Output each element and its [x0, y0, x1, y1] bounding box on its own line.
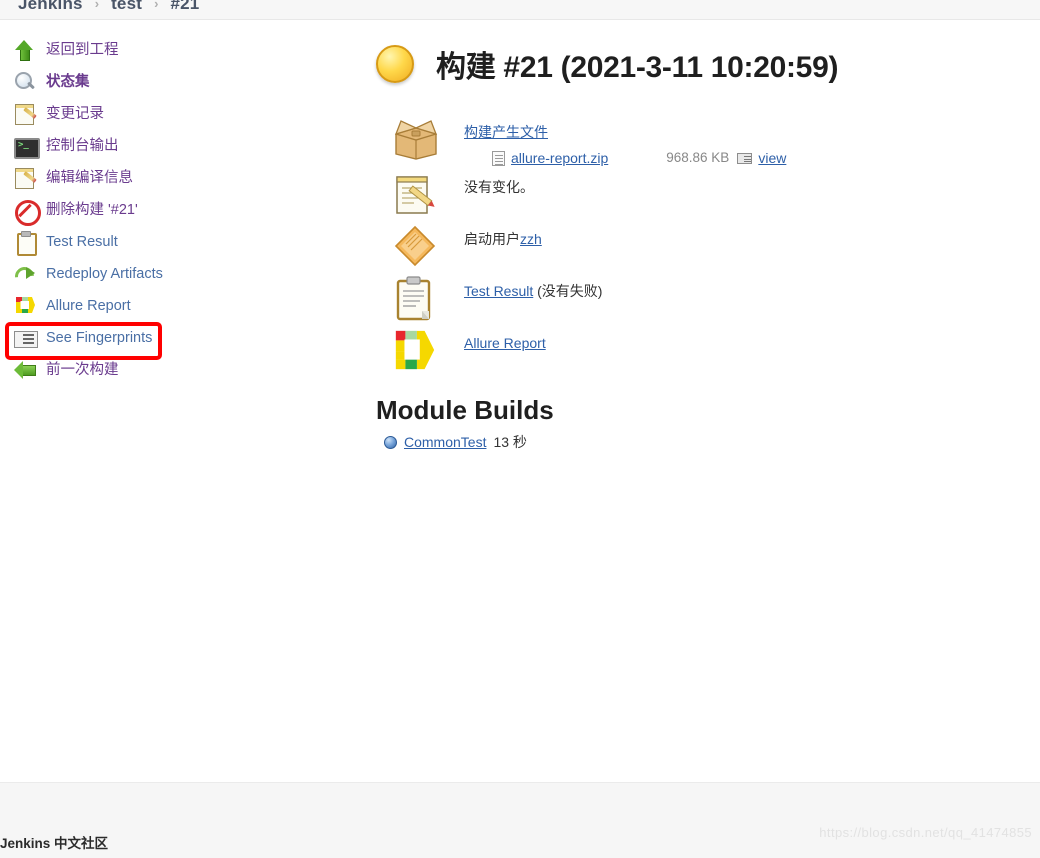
- page-title: 构建 #21 (2021-3-11 10:20:59): [376, 42, 1032, 86]
- breadcrumb-separator: ›: [154, 0, 159, 11]
- magnifier-icon: [13, 70, 37, 94]
- allure-body: Allure Report: [464, 325, 546, 355]
- clipboard-icon: [13, 230, 37, 256]
- footer: Jenkins 中文社区 https://blog.csdn.net/qq_41…: [0, 782, 1040, 858]
- test-result-link[interactable]: Test Result: [464, 283, 533, 299]
- sidebar-item-previous-build[interactable]: 前一次构建: [0, 354, 360, 386]
- no-entry-icon: [13, 198, 41, 226]
- green-left-arrow-icon: [13, 358, 37, 382]
- row-artifacts: 构建产生文件 allure-report.zip 968.86 KB view: [390, 114, 1032, 169]
- sidebar-item-test-result[interactable]: Test Result: [0, 226, 360, 258]
- package-box-icon: [390, 114, 442, 162]
- started-by-prefix: 启动用户: [464, 231, 520, 248]
- clipboard-icon: [390, 273, 442, 321]
- breadcrumb-build[interactable]: #21: [170, 0, 199, 14]
- green-up-arrow-icon: [13, 38, 37, 62]
- orange-diamond-icon: [390, 221, 442, 269]
- notepad-pencil-icon: [13, 102, 37, 126]
- started-by-body: 启动用户zzh: [464, 221, 542, 251]
- sidebar-item-allure-report[interactable]: Allure Report: [0, 290, 360, 322]
- breadcrumb-separator: ›: [94, 0, 100, 11]
- sidebar-item-status[interactable]: 状态集: [0, 66, 360, 98]
- sidebar-item-delete-build[interactable]: 删除构建 '#21': [0, 194, 360, 226]
- row-test-result: Test Result (没有失败): [390, 273, 1032, 325]
- watermark-text: https://blog.csdn.net/qq_41474855: [819, 825, 1032, 840]
- artifact-file-link[interactable]: allure-report.zip: [511, 148, 608, 170]
- notepad-pencil-icon: [13, 166, 37, 190]
- breadcrumb-jenkins[interactable]: Jenkins: [18, 0, 83, 14]
- row-started-by: 启动用户zzh: [390, 221, 1032, 273]
- allure-logo-icon: [390, 325, 442, 373]
- sidebar: 返回到工程 状态集 变更记录 控制台输出 编辑编译信息 删除构建 '#21': [0, 34, 360, 386]
- yellow-ball-icon: [376, 45, 414, 83]
- changes-text: 没有变化。: [464, 179, 534, 196]
- artifacts-link[interactable]: 构建产生文件: [464, 124, 548, 140]
- sidebar-item-label[interactable]: 状态集: [46, 75, 90, 90]
- sidebar-item-label[interactable]: Redeploy Artifacts: [46, 267, 163, 282]
- sidebar-item-edit-build-information[interactable]: 编辑编译信息: [0, 162, 360, 194]
- allure-report-link[interactable]: Allure Report: [464, 335, 546, 351]
- allure-logo-icon: [13, 294, 37, 318]
- sidebar-item-label[interactable]: 返回到工程: [46, 43, 119, 58]
- module-build-item: CommonTest 13 秒: [384, 432, 1032, 452]
- main-content: 构建 #21 (2021-3-11 10:20:59) 构建产生文件 allur…: [372, 20, 1032, 452]
- sidebar-item-label[interactable]: 前一次构建: [46, 363, 119, 378]
- sidebar-item-see-fingerprints[interactable]: See Fingerprints: [0, 322, 360, 354]
- sidebar-item-label[interactable]: 控制台输出: [46, 139, 119, 154]
- build-title-text: 构建 #21 (2021-3-11 10:20:59): [436, 51, 839, 84]
- redeploy-arrow-icon: [13, 262, 37, 286]
- artifacts-body: 构建产生文件 allure-report.zip 968.86 KB view: [464, 114, 786, 169]
- test-result-suffix: (没有失败): [537, 283, 603, 300]
- sidebar-item-back-to-project[interactable]: 返回到工程: [0, 34, 360, 66]
- document-icon: [492, 151, 505, 167]
- sidebar-item-label[interactable]: 变更记录: [46, 107, 104, 122]
- sidebar-item-console-output[interactable]: 控制台输出: [0, 130, 360, 162]
- artifact-file-row: allure-report.zip 968.86 KB view: [464, 148, 786, 170]
- sidebar-item-label[interactable]: 编辑编译信息: [46, 171, 133, 186]
- sidebar-item-redeploy-artifacts[interactable]: Redeploy Artifacts: [0, 258, 360, 290]
- view-icon: [737, 153, 753, 165]
- sidebar-item-label[interactable]: See Fingerprints: [46, 331, 152, 346]
- sidebar-item-changes[interactable]: 变更记录: [0, 98, 360, 130]
- module-build-link[interactable]: CommonTest: [404, 434, 486, 450]
- artifact-file-size: 968.86 KB: [666, 150, 730, 166]
- module-build-duration: 13 秒: [493, 434, 527, 451]
- row-allure-report: Allure Report: [390, 325, 1032, 377]
- sidebar-item-label[interactable]: Test Result: [46, 235, 118, 250]
- page-body: 返回到工程 状态集 变更记录 控制台输出 编辑编译信息 删除构建 '#21': [0, 20, 1040, 782]
- changes-body: 没有变化。: [464, 169, 534, 199]
- breadcrumb-test[interactable]: test: [111, 0, 142, 14]
- breadcrumb: Jenkins › test › #21: [0, 0, 1040, 20]
- blue-ball-icon: [384, 435, 397, 449]
- fingerprint-card-icon: [13, 326, 38, 350]
- test-result-body: Test Result (没有失败): [464, 273, 602, 303]
- artifact-view-link[interactable]: view: [758, 148, 786, 170]
- started-by-user-link[interactable]: zzh: [520, 231, 542, 247]
- console-terminal-icon: [13, 134, 40, 159]
- sidebar-item-label[interactable]: 删除构建 '#21': [46, 203, 138, 218]
- footer-text: Jenkins 中文社区: [0, 836, 109, 851]
- module-builds-heading: Module Builds: [376, 395, 554, 426]
- notepad-pencil-icon: [390, 169, 442, 217]
- jenkins-build-page: Jenkins › test › #21 返回到工程 状态集 变更记录 控制台输…: [0, 0, 1040, 858]
- row-changes: 没有变化。: [390, 169, 1032, 221]
- build-summary-rows: 构建产生文件 allure-report.zip 968.86 KB view: [390, 114, 1032, 377]
- sidebar-item-label[interactable]: Allure Report: [46, 299, 131, 314]
